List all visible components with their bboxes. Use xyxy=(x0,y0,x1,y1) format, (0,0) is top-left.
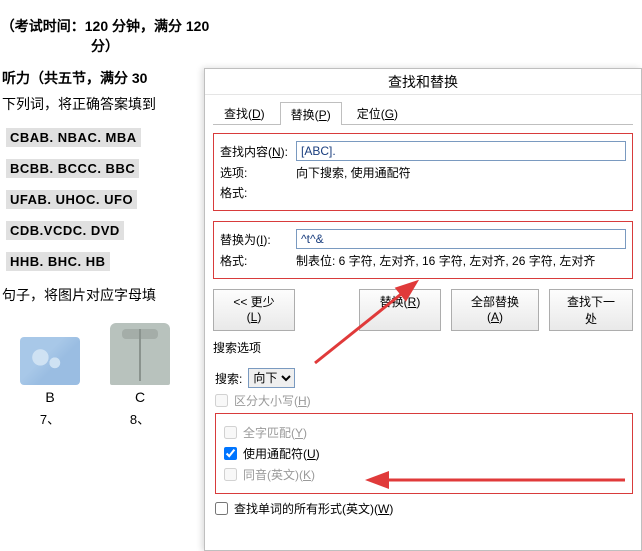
instruction-text: 下列词，将正确答案填到 xyxy=(2,94,210,114)
find-next-button[interactable]: 查找下一处 xyxy=(549,289,633,331)
whole-word-checkbox xyxy=(224,426,237,439)
answer-row: CDB.VCDC. DVD xyxy=(6,221,124,240)
options-label: 选项: xyxy=(220,164,296,181)
wildcard-checkbox[interactable] xyxy=(224,447,237,460)
answer-row: CBAB. NBAC. MBA xyxy=(6,128,141,147)
replace-all-button[interactable]: 全部替换(A) xyxy=(451,289,539,331)
image-label: B xyxy=(20,389,80,405)
image-label: C xyxy=(110,389,170,405)
image-sub: 7、 xyxy=(20,409,80,428)
button-row: << 更少(L) 替换(R) 全部替换(A) 查找下一处 xyxy=(213,289,633,331)
find-fields-group: 查找内容(N): 选项: 向下搜索, 使用通配符 格式: xyxy=(213,133,633,211)
answer-block: CBAB. NBAC. MBA BCBB. BCCC. BBC UFAB. UH… xyxy=(6,122,210,277)
word-forms-label: 查找单词的所有形式(英文)(W) xyxy=(234,500,393,517)
image-row: B 7、 C 8、 xyxy=(20,323,210,428)
document-pane: （考试时间：120 分钟，满分 120 分） 听力（共五节，满分 30 下列词，… xyxy=(0,0,210,551)
format-value: 制表位: 6 字符, 左对齐, 16 字符, 左对齐, 26 字符, 左对齐 xyxy=(296,252,626,269)
format-label: 格式: xyxy=(220,252,296,269)
format-label: 格式: xyxy=(220,184,296,201)
image-item: C 8、 xyxy=(110,323,170,428)
match-case-checkbox xyxy=(215,394,228,407)
dialog-title: 查找和替换 xyxy=(205,69,641,95)
replace-button[interactable]: 替换(R) xyxy=(359,289,441,331)
search-options-pane: 搜索: 向下 区分大小写(H) 全字匹配(Y) 使用通配符(U) xyxy=(213,360,633,517)
tab-label: 替换(P) xyxy=(291,108,331,122)
replace-label: 替换为(I): xyxy=(220,231,296,248)
replace-input[interactable] xyxy=(296,229,626,249)
image-sub: 8、 xyxy=(110,409,170,428)
wildcard-label: 使用通配符(U) xyxy=(243,445,320,462)
tab-label: 查找(D) xyxy=(224,107,265,121)
search-direction-label: 搜索: xyxy=(215,370,242,387)
find-label: 查找内容(N): xyxy=(220,143,296,160)
tab-goto[interactable]: 定位(G) xyxy=(346,101,409,124)
tab-replace[interactable]: 替换(P) xyxy=(280,102,342,125)
match-case-label: 区分大小写(H) xyxy=(234,392,311,409)
jacket-image xyxy=(110,323,170,385)
answer-row: BCBB. BCCC. BBC xyxy=(6,159,139,178)
less-button[interactable]: << 更少(L) xyxy=(213,289,295,331)
image-item: B 7、 xyxy=(20,337,80,428)
search-direction-select[interactable]: 向下 xyxy=(248,368,295,388)
homophone-label: 同音(英文)(K) xyxy=(243,466,315,483)
answer-row: HHB. BHC. HB xyxy=(6,252,110,271)
answer-row: UFAB. UHOC. UFO xyxy=(6,190,137,209)
section-heading: 听力（共五节，满分 30 xyxy=(2,68,210,88)
instruction-text: 句子，将图片对应字母填 xyxy=(2,285,210,305)
tab-strip: 查找(D) 替换(P) 定位(G) xyxy=(213,101,633,125)
find-replace-dialog: 查找和替换 查找(D) 替换(P) 定位(G) 查找内容(N): 选项: 向下搜… xyxy=(204,68,642,551)
replace-fields-group: 替换为(I): 格式: 制表位: 6 字符, 左对齐, 16 字符, 左对齐, … xyxy=(213,221,633,279)
find-input[interactable] xyxy=(296,141,626,161)
tab-label: 定位(G) xyxy=(357,107,398,121)
options-value: 向下搜索, 使用通配符 xyxy=(296,164,626,181)
exam-subtitle: （考试时间：120 分钟，满分 120 分） xyxy=(0,16,210,56)
search-options-header: 搜索选项 xyxy=(213,339,633,356)
tab-find[interactable]: 查找(D) xyxy=(213,101,276,124)
wildcard-group-highlight: 全字匹配(Y) 使用通配符(U) 同音(英文)(K) xyxy=(215,413,633,494)
map-image xyxy=(20,337,80,385)
homophone-checkbox xyxy=(224,468,237,481)
word-forms-checkbox[interactable] xyxy=(215,502,228,515)
dialog-content: 查找(D) 替换(P) 定位(G) 查找内容(N): 选项: 向下搜索, 使用通… xyxy=(205,95,641,550)
whole-word-label: 全字匹配(Y) xyxy=(243,424,307,441)
